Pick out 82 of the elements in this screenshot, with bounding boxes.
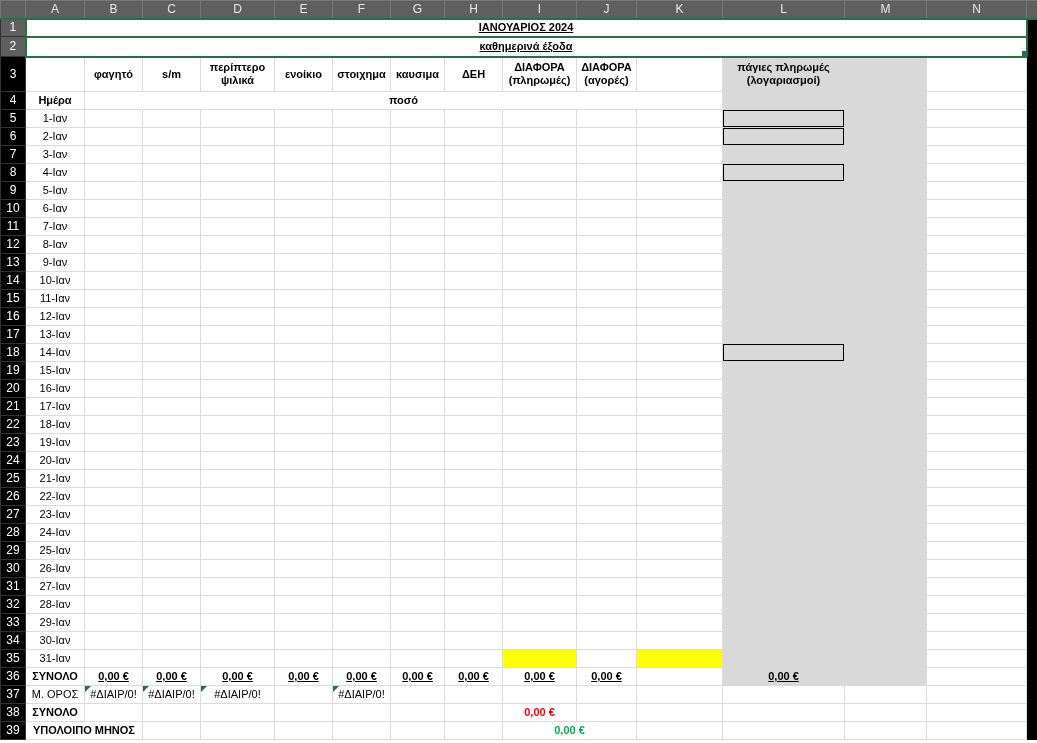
row-number: 2 xyxy=(0,36,26,57)
date-cell: 22-Ιαν xyxy=(25,487,85,506)
column-header: A xyxy=(25,0,85,19)
total-value: 0,00 € xyxy=(591,670,622,682)
column-header: I xyxy=(502,0,577,19)
total-value: 0,00 € xyxy=(402,670,433,682)
fill-handle[interactable] xyxy=(1021,50,1025,55)
date-cell: 8-Ιαν xyxy=(25,235,85,254)
column-header: K xyxy=(636,0,723,19)
column-header: G xyxy=(390,0,445,19)
column-title: ΔΕΗ xyxy=(444,56,503,92)
row-label: ΣΥΝΟΛΟ xyxy=(25,667,85,686)
column-title: Ημέρα xyxy=(25,91,85,110)
column-header: C xyxy=(142,0,201,19)
column-title: ενοίκιο xyxy=(274,56,333,92)
error-value: #ΔΙΑΙΡ/0! xyxy=(90,688,137,700)
column-header: D xyxy=(200,0,275,19)
error-value: #ΔΙΑΙΡ/0! xyxy=(148,688,195,700)
column-title: περίπτερο ψιλικά xyxy=(200,56,275,92)
date-cell: 20-Ιαν xyxy=(25,451,85,470)
total-value: 0,00 € xyxy=(524,670,555,682)
date-cell: 24-Ιαν xyxy=(25,523,85,542)
column-title: καυσιμα xyxy=(390,56,445,92)
column-header: F xyxy=(332,0,391,19)
date-cell: 12-Ιαν xyxy=(25,307,85,326)
date-cell: 27-Ιαν xyxy=(25,577,85,596)
date-cell: 16-Ιαν xyxy=(25,379,85,398)
row-label: ΣΥΝΟΛΟ xyxy=(25,703,85,722)
row-number: 3 xyxy=(0,56,26,92)
total-value: 0,00 € xyxy=(156,670,187,682)
column-title: στοιχημα xyxy=(332,56,391,92)
date-cell: 18-Ιαν xyxy=(25,415,85,434)
column-title: s/m xyxy=(142,56,201,92)
column-title: πάγιες πληρωμές (λογαριασμοί) xyxy=(722,56,845,92)
column-header: B xyxy=(84,0,143,19)
total-value: 0,00 € xyxy=(458,670,489,682)
date-cell: 23-Ιαν xyxy=(25,505,85,524)
column-header: M xyxy=(844,0,927,19)
date-cell: 13-Ιαν xyxy=(25,325,85,344)
date-cell: 6-Ιαν xyxy=(25,199,85,218)
date-cell: 4-Ιαν xyxy=(25,163,85,182)
column-title: ποσό xyxy=(84,91,723,110)
balance-value: 0,00 € xyxy=(502,721,637,740)
sheet-subtitle: καθημερινά έξοδα xyxy=(479,40,573,52)
date-cell: 29-Ιαν xyxy=(25,613,85,632)
row-label: ΥΠΟΛΟΙΠΟ ΜΗΝΟΣ xyxy=(25,721,143,740)
date-cell: 25-Ιαν xyxy=(25,541,85,560)
date-cell: 10-Ιαν xyxy=(25,271,85,290)
date-cell: 7-Ιαν xyxy=(25,217,85,236)
column-header: L xyxy=(722,0,845,19)
column-header: N xyxy=(926,0,1027,19)
row-label: Μ. ΟΡΟΣ xyxy=(25,685,85,704)
sum-value: 0,00 € xyxy=(502,703,577,722)
date-cell: 28-Ιαν xyxy=(25,595,85,614)
total-value: 0,00 € xyxy=(98,670,129,682)
date-cell: 30-Ιαν xyxy=(25,631,85,650)
date-cell: 9-Ιαν xyxy=(25,253,85,272)
date-cell: 2-Ιαν xyxy=(25,127,85,146)
date-cell: 1-Ιαν xyxy=(25,109,85,128)
total-value: 0,00 € xyxy=(288,670,319,682)
total-value: 0,00 € xyxy=(768,670,799,682)
date-cell: 17-Ιαν xyxy=(25,397,85,416)
column-title: ΔΙΑΦΟΡΑ (αγορές) xyxy=(576,56,637,92)
column-title: φαγητό xyxy=(84,56,143,92)
date-cell: 3-Ιαν xyxy=(25,145,85,164)
date-cell: 26-Ιαν xyxy=(25,559,85,578)
total-value: 0,00 € xyxy=(222,670,253,682)
column-title: ΔΙΑΦΟΡΑ (πληρωμές) xyxy=(502,56,577,92)
sheet-title: ΙΑΝΟΥΑΡΙΟΣ 2024 xyxy=(478,21,574,33)
column-header: E xyxy=(274,0,333,19)
column-header: H xyxy=(444,0,503,19)
date-cell: 11-Ιαν xyxy=(25,289,85,308)
date-cell: 21-Ιαν xyxy=(25,469,85,488)
date-cell: 19-Ιαν xyxy=(25,433,85,452)
total-value: 0,00 € xyxy=(346,670,377,682)
date-cell: 14-Ιαν xyxy=(25,343,85,362)
error-value: #ΔΙΑΙΡ/0! xyxy=(214,688,261,700)
date-cell: 5-Ιαν xyxy=(25,181,85,200)
date-cell: 31-Ιαν xyxy=(25,649,85,668)
column-header: J xyxy=(576,0,637,19)
date-cell: 15-Ιαν xyxy=(25,361,85,380)
error-value: #ΔΙΑΙΡ/0! xyxy=(338,688,385,700)
